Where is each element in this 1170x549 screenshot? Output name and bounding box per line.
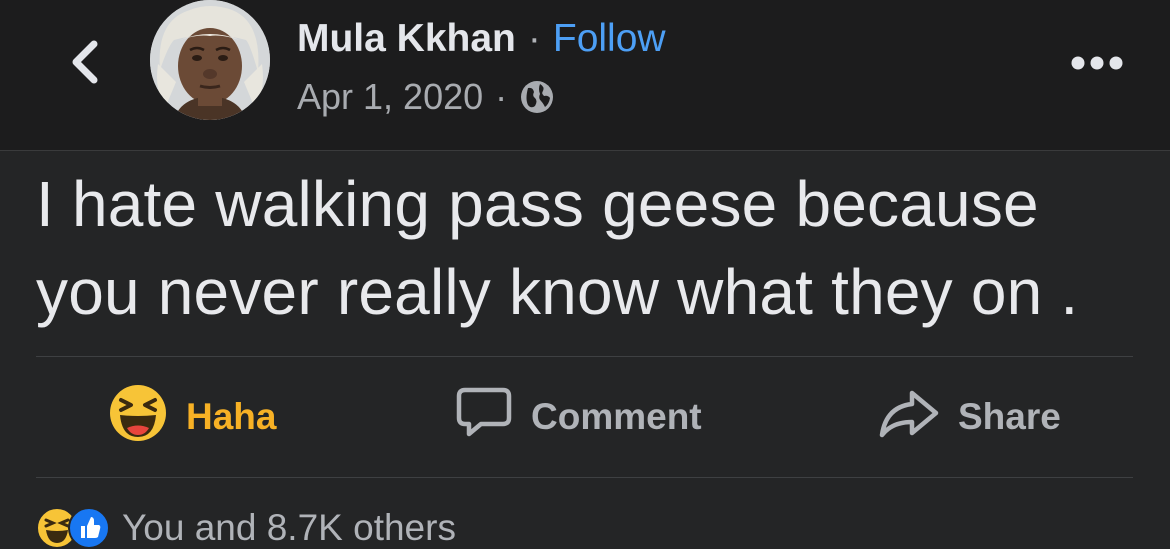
comment-bubble-icon [455, 386, 513, 449]
post-text-line: you never really know what they on . [36, 256, 1079, 328]
more-dots-icon [1071, 56, 1123, 70]
globe-icon [519, 79, 555, 115]
comment-label: Comment [531, 396, 702, 437]
actions-bottom-divider [36, 477, 1133, 478]
haha-label: Haha [186, 396, 277, 437]
post-text-line: I hate walking pass geese because [36, 168, 1039, 240]
haha-button[interactable]: Haha [108, 384, 276, 450]
post-view: Mula Kkhan · Follow Apr 1, 2020 · I hate… [0, 0, 1170, 549]
haha-emoji-icon [108, 383, 168, 452]
separator-dot: · [527, 17, 541, 60]
header-divider [0, 150, 1170, 151]
reactions-count-text: You and 8.7K others [122, 507, 456, 548]
comment-button[interactable]: Comment [455, 384, 702, 450]
author-name[interactable]: Mula Kkhan [297, 17, 516, 61]
more-options-button[interactable] [1068, 48, 1126, 78]
author-line: Mula Kkhan · Follow [297, 12, 666, 66]
like-reaction-icon [68, 507, 110, 549]
follow-button[interactable]: Follow [553, 17, 666, 61]
share-label: Share [958, 396, 1061, 437]
actions-top-divider [36, 356, 1133, 357]
separator-dot: · [495, 76, 508, 117]
share-arrow-icon [878, 387, 940, 448]
author-avatar[interactable] [150, 0, 270, 120]
post-meta: Apr 1, 2020 · [297, 72, 555, 122]
post-body: I hate walking pass geese because you ne… [36, 160, 1146, 336]
chevron-left-icon [72, 40, 98, 84]
share-button[interactable]: Share [878, 384, 1061, 450]
post-date[interactable]: Apr 1, 2020 [297, 76, 483, 118]
reactions-summary[interactable]: You and 8.7K others [36, 507, 456, 549]
back-button[interactable] [62, 34, 108, 90]
avatar-image [150, 0, 270, 120]
